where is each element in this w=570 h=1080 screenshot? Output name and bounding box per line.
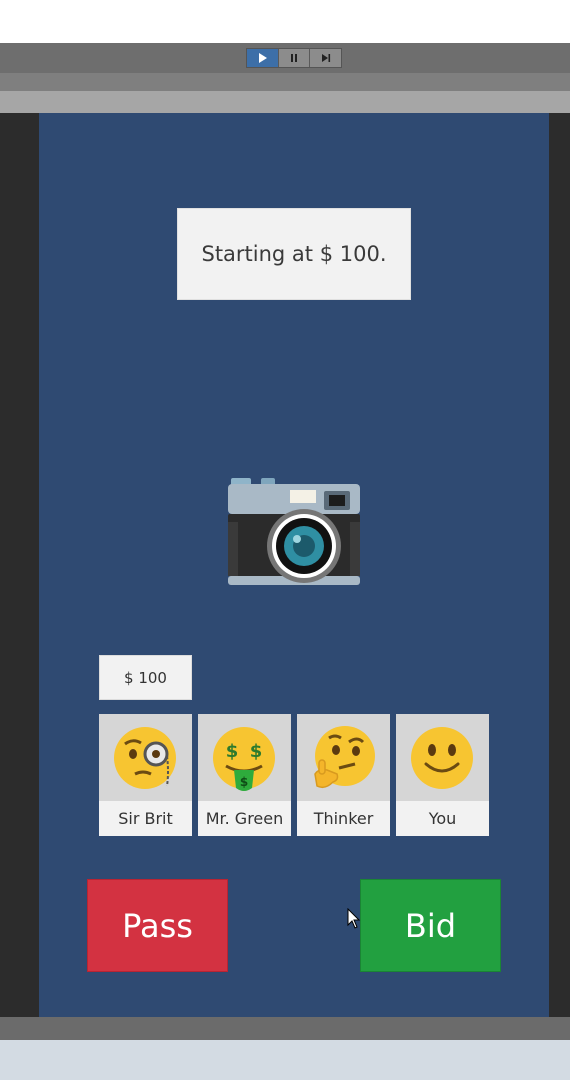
editor-status-bar bbox=[0, 1017, 570, 1040]
player-name-label: Sir Brit bbox=[99, 801, 192, 836]
player-card-sir-brit[interactable]: Sir Brit bbox=[99, 714, 192, 836]
pause-button[interactable] bbox=[278, 49, 311, 67]
money-mouth-face-icon: $ $ $ bbox=[213, 727, 275, 791]
editor-top-area bbox=[0, 0, 570, 43]
player-card-you[interactable]: You bbox=[396, 714, 489, 836]
player-name-label: You bbox=[396, 801, 489, 836]
camera-icon bbox=[228, 478, 360, 585]
current-bid-display: $ 100 bbox=[99, 655, 192, 700]
svg-text:$: $ bbox=[250, 741, 263, 762]
step-button[interactable] bbox=[310, 49, 342, 67]
player-card-mr-green[interactable]: $ $ $ Mr. Green bbox=[198, 714, 291, 836]
game-view-header bbox=[0, 91, 570, 114]
svg-text:$: $ bbox=[226, 741, 239, 762]
editor-bottom-panel bbox=[0, 1040, 570, 1080]
svg-text:$: $ bbox=[240, 775, 248, 789]
play-controls bbox=[246, 48, 342, 68]
mouse-cursor-icon bbox=[347, 908, 361, 929]
player-name-label: Mr. Green bbox=[198, 801, 291, 836]
pause-icon bbox=[291, 54, 297, 62]
step-icon bbox=[321, 54, 330, 62]
thinking-face-icon bbox=[314, 726, 375, 789]
play-button[interactable] bbox=[247, 49, 279, 67]
editor-tab-bar bbox=[0, 73, 570, 91]
bid-button[interactable]: Bid bbox=[360, 879, 501, 972]
pass-button[interactable]: Pass bbox=[87, 879, 228, 972]
monocle-face-icon bbox=[114, 727, 176, 789]
play-icon bbox=[259, 53, 268, 63]
player-card-thinker[interactable]: Thinker bbox=[297, 714, 390, 836]
players-row: Sir Brit $ $ $ Mr. Green Thinker You bbox=[99, 714, 489, 836]
auction-message: Starting at $ 100. bbox=[177, 208, 411, 300]
smiling-face-icon bbox=[411, 727, 473, 789]
player-name-label: Thinker bbox=[297, 801, 390, 836]
